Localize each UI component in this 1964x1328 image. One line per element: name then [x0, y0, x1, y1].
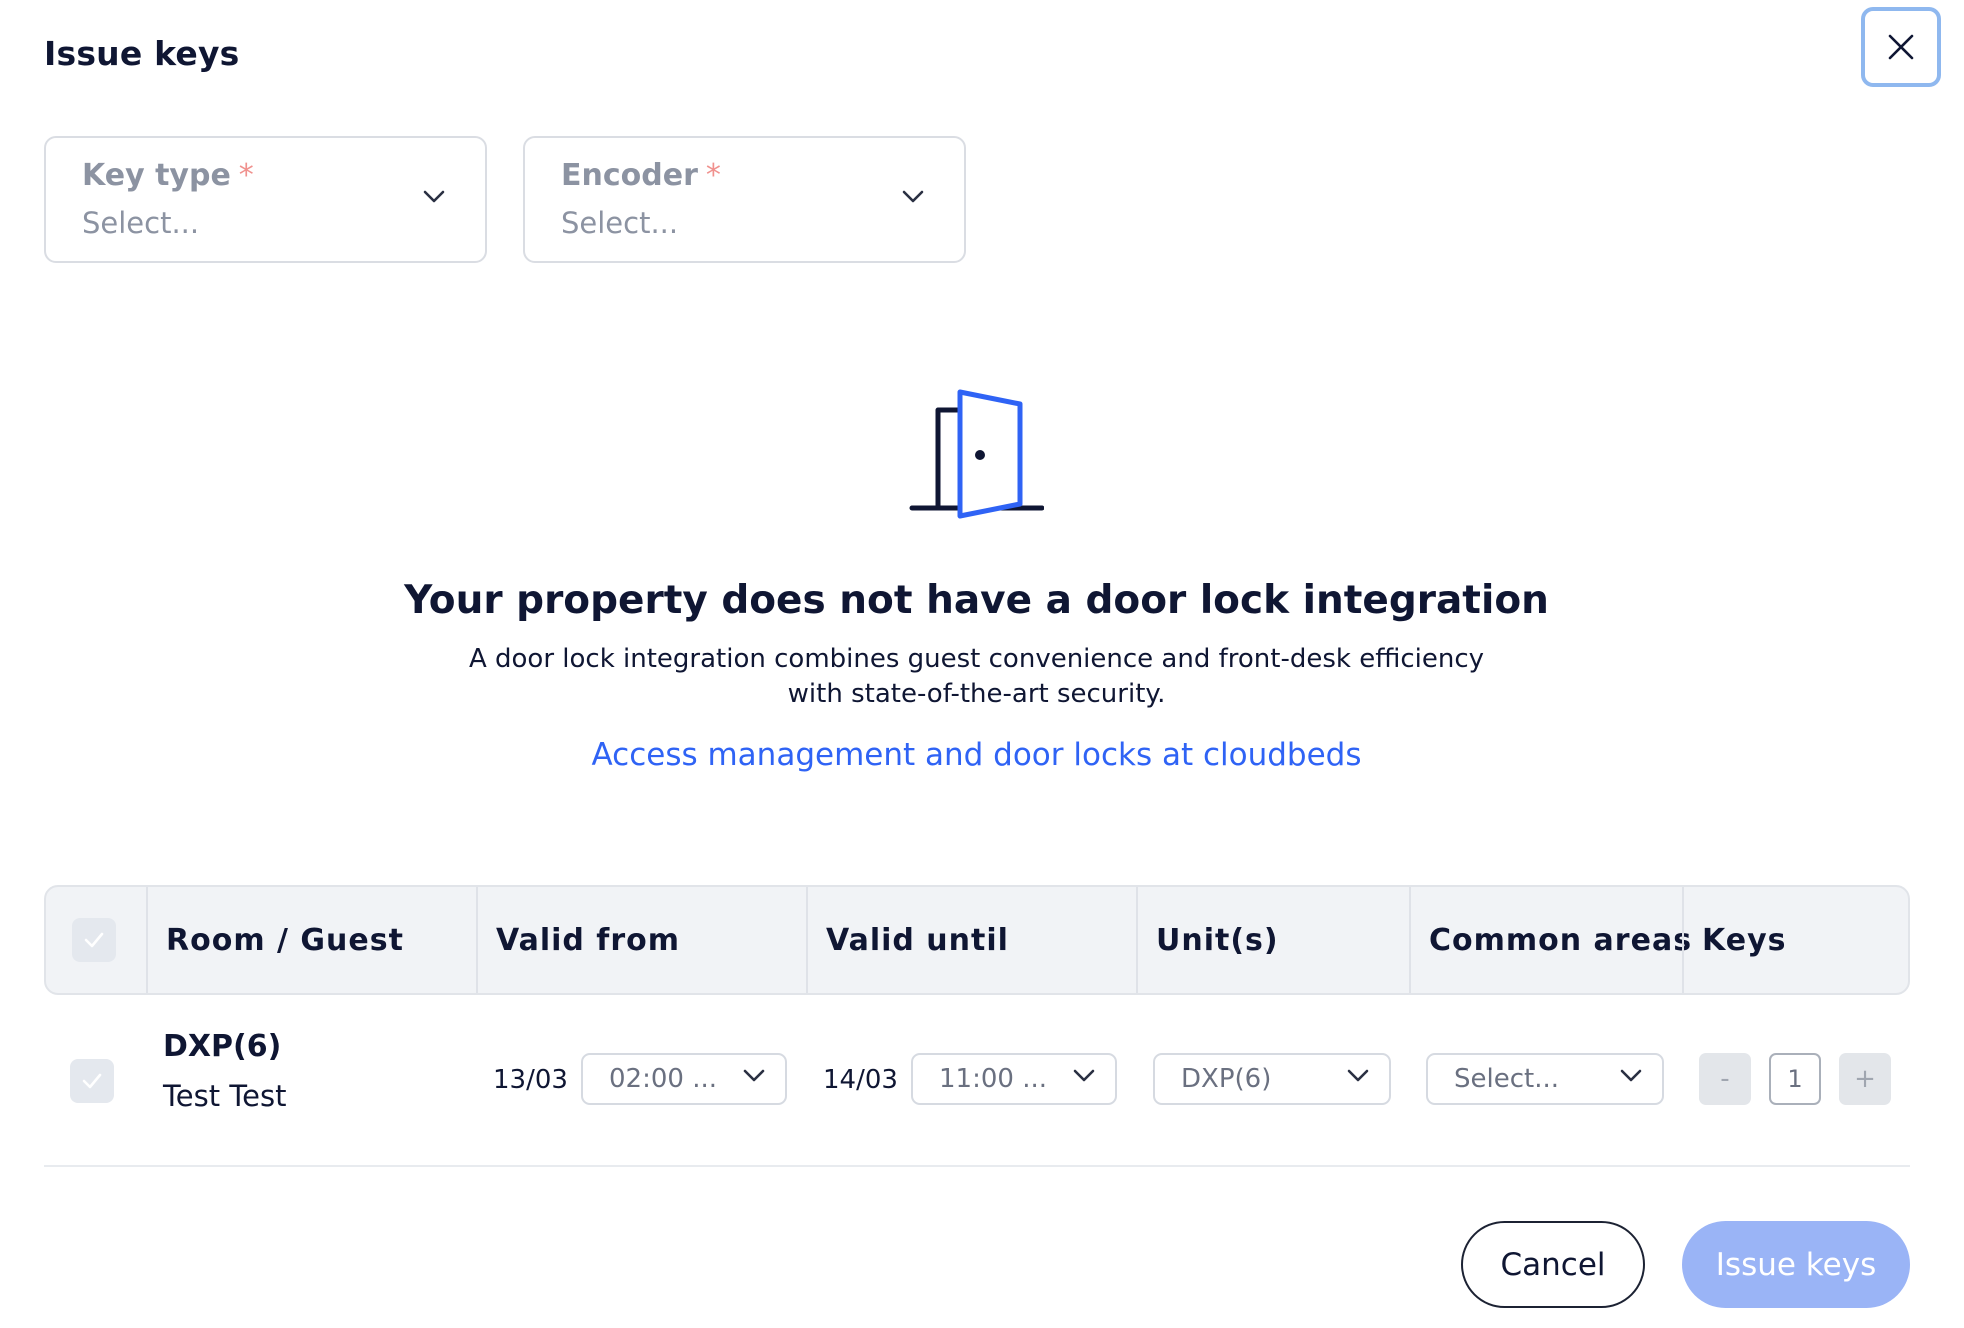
key-type-label: Key type	[82, 158, 231, 193]
chevron-down-icon	[1620, 1069, 1642, 1082]
modal-title: Issue keys	[44, 34, 240, 73]
table-header: Room / Guest Valid from Valid until Unit…	[44, 885, 1910, 995]
table-row: DXP(6) Test Test 13/03 02:00 ... 14/03 1…	[44, 995, 1910, 1167]
room-name: DXP(6)	[163, 1029, 282, 1064]
header-valid-until: Valid until	[826, 922, 1009, 958]
keys-count[interactable]: 1	[1769, 1053, 1821, 1105]
encoder-select[interactable]: Encoder * Select...	[523, 136, 966, 263]
required-mark: *	[238, 158, 254, 193]
description-line-1: A door lock integration combines guest c…	[468, 644, 1485, 674]
unit-value: DXP(6)	[1181, 1064, 1272, 1094]
common-area-select[interactable]: Select...	[1426, 1053, 1664, 1105]
valid-until-time: 11:00 ...	[939, 1064, 1047, 1094]
header-common-areas: Common areas	[1429, 922, 1693, 958]
header-keys: Keys	[1702, 922, 1787, 958]
door-icon	[909, 389, 1044, 519]
key-type-value: Select...	[82, 206, 200, 240]
chevron-down-icon	[902, 190, 924, 203]
required-mark: *	[705, 158, 721, 193]
check-icon	[84, 932, 104, 948]
valid-until-time-select[interactable]: 11:00 ...	[911, 1053, 1117, 1105]
issue-keys-button[interactable]: Issue keys	[1682, 1221, 1910, 1308]
header-valid-from: Valid from	[496, 922, 681, 958]
description-line-2: with state-of-the-art security.	[787, 679, 1166, 709]
header-units: Unit(s)	[1156, 922, 1279, 958]
unit-select[interactable]: DXP(6)	[1153, 1053, 1391, 1105]
keys-increment-button[interactable]: +	[1839, 1053, 1891, 1105]
valid-until-date: 14/03	[823, 1065, 898, 1095]
check-icon	[82, 1073, 102, 1089]
chevron-down-icon	[1347, 1069, 1369, 1082]
encoder-label: Encoder	[561, 158, 698, 193]
header-room-guest: Room / Guest	[166, 922, 404, 958]
close-button[interactable]	[1861, 7, 1941, 87]
issue-keys-modal: Issue keys Key type * Select... Encoder * …	[0, 0, 1964, 1328]
valid-from-date: 13/03	[493, 1065, 568, 1095]
empty-state-title: Your property does not have a door lock …	[404, 578, 1549, 623]
chevron-down-icon	[743, 1069, 765, 1082]
valid-from-time-select[interactable]: 02:00 ...	[581, 1053, 787, 1105]
chevron-down-icon	[1073, 1069, 1095, 1082]
common-area-value: Select...	[1454, 1064, 1560, 1094]
guest-name: Test Test	[163, 1079, 287, 1113]
cancel-button[interactable]: Cancel	[1461, 1221, 1645, 1308]
door-locks-link[interactable]: Access management and door locks at clou…	[0, 737, 1953, 773]
close-icon	[1888, 34, 1914, 60]
chevron-down-icon	[423, 190, 445, 203]
empty-state-description: A door lock integration combines guest c…	[0, 642, 1953, 712]
select-all-checkbox[interactable]	[72, 918, 116, 962]
valid-from-time: 02:00 ...	[609, 1064, 717, 1094]
key-type-select[interactable]: Key type * Select...	[44, 136, 487, 263]
row-checkbox[interactable]	[70, 1059, 114, 1103]
keys-decrement-button[interactable]: -	[1699, 1053, 1751, 1105]
encoder-value: Select...	[561, 206, 679, 240]
